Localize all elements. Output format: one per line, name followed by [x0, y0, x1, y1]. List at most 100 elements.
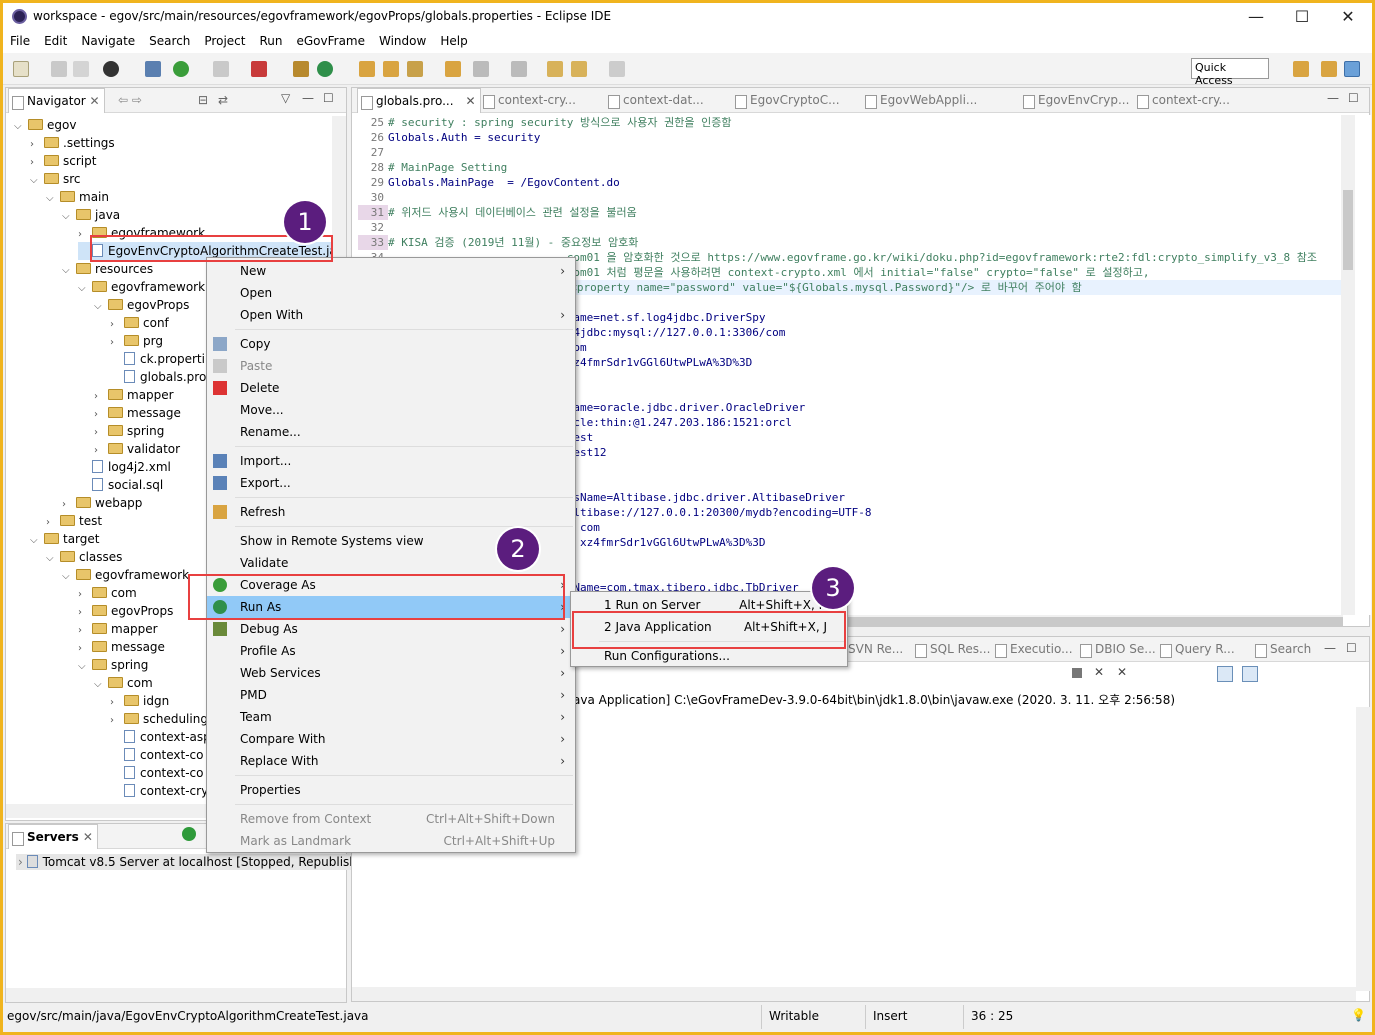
tree-item[interactable]: › message [78, 638, 165, 656]
context-menu-item[interactable]: Remove from Context Ctrl+Alt+Shift+Down [207, 808, 575, 830]
editor-tab[interactable]: context-dat... [605, 88, 708, 113]
minimize-view-icon[interactable]: — [302, 91, 314, 105]
server-row[interactable]: › Tomcat v8.5 Server at localhost [Stopp… [16, 854, 364, 870]
editor-tab[interactable]: context-cry... [1134, 88, 1234, 113]
chevron-down-icon[interactable]: ⌵ [78, 280, 92, 298]
tree-item[interactable]: globals.pro [110, 368, 206, 386]
tab-navigator[interactable]: Navigator ✕ [8, 88, 105, 113]
chevron-down-icon[interactable]: ⌵ [94, 298, 108, 316]
pin-console-icon[interactable] [1217, 666, 1233, 682]
context-menu-item[interactable]: Properties [207, 779, 575, 801]
context-menu-item[interactable]: Web Services › [207, 662, 575, 684]
console-tab[interactable]: SQL Res... [912, 637, 994, 662]
tab-servers[interactable]: Servers ✕ [8, 824, 98, 849]
terminal-icon[interactable] [145, 61, 161, 77]
tree-item[interactable]: › test [46, 512, 102, 530]
tree-item[interactable]: social.sql [78, 476, 163, 494]
context-menu-item[interactable]: Mark as Landmark Ctrl+Alt+Shift+Up [207, 830, 575, 852]
menu-navigate[interactable]: Navigate [74, 31, 142, 48]
chevron-down-icon[interactable]: ⌵ [94, 676, 108, 694]
prev-annotation-icon[interactable] [511, 61, 527, 77]
context-menu-item[interactable]: Refresh [207, 501, 575, 523]
chevron-down-icon[interactable]: ⌵ [30, 172, 44, 190]
tree-item[interactable]: ⌵ egov [14, 116, 76, 134]
display-console-icon[interactable] [1242, 666, 1258, 682]
tree-item[interactable]: context-cry [110, 782, 208, 800]
open-resource-icon[interactable] [383, 61, 399, 77]
chevron-down-icon[interactable]: ⌵ [14, 118, 28, 136]
user-icon[interactable] [103, 61, 119, 77]
context-menu-item[interactable]: Open With › [207, 304, 575, 326]
next-annotation-icon[interactable] [473, 61, 489, 77]
tree-item[interactable]: › scheduling [110, 710, 208, 728]
new-icon[interactable] [13, 61, 29, 77]
maximize-console-icon[interactable]: ☐ [1346, 641, 1357, 655]
tree-item[interactable]: context-asp [110, 728, 211, 746]
maximize-editor-icon[interactable]: ☐ [1348, 91, 1359, 105]
menu-file[interactable]: File [3, 31, 37, 48]
stop-icon[interactable] [213, 61, 229, 77]
tree-item[interactable]: ⌵ com [94, 674, 153, 692]
menu-project[interactable]: Project [197, 31, 252, 48]
run-icon[interactable] [317, 61, 333, 77]
quick-access-input[interactable]: Quick Access [1191, 58, 1269, 87]
chevron-down-icon[interactable]: ⌵ [78, 658, 92, 676]
java-perspective-icon[interactable] [1321, 61, 1337, 77]
maximize-button[interactable]: ☐ [1279, 5, 1325, 29]
tree-item[interactable]: › .settings [30, 134, 115, 152]
tree-item[interactable]: › mapper [78, 620, 158, 638]
close-button[interactable]: ✕ [1325, 5, 1371, 29]
minimize-console-icon[interactable]: — [1324, 641, 1336, 655]
context-menu-item[interactable]: New › [207, 260, 575, 282]
debug-icon[interactable] [173, 61, 189, 77]
package-icon[interactable] [293, 61, 309, 77]
servers-hscroll[interactable] [6, 988, 346, 1002]
tree-item[interactable]: context-co [110, 746, 204, 764]
tree-item[interactable]: ⌵ egovProps [94, 296, 189, 314]
tree-item[interactable]: › spring [94, 422, 164, 440]
editor-tab[interactable]: context-cry... [480, 88, 580, 113]
context-menu-item[interactable]: Compare With › [207, 728, 575, 750]
menu-edit[interactable]: Edit [37, 31, 74, 48]
tree-item[interactable]: › script [30, 152, 96, 170]
console-tab[interactable]: Executio... [992, 637, 1077, 662]
maximize-view-icon[interactable]: ☐ [323, 91, 334, 105]
forward-icon[interactable] [609, 61, 625, 77]
chevron-down-icon[interactable]: ⌵ [62, 208, 76, 226]
tree-item[interactable]: ⌵ classes [46, 548, 122, 566]
tree-item[interactable]: › com [78, 584, 137, 602]
tree-item[interactable]: ⌵ egovframework [78, 278, 205, 296]
menu-egovframe[interactable]: eGovFrame [289, 31, 372, 48]
context-menu-item[interactable]: Replace With › [207, 750, 575, 772]
view-menu-icon[interactable]: ▽ [281, 91, 290, 105]
menu-search[interactable]: Search [142, 31, 197, 48]
tip-lightbulb-icon[interactable]: 💡 [1351, 1008, 1366, 1022]
tree-item[interactable]: › webapp [62, 494, 142, 512]
tree-item[interactable]: context-co [110, 764, 204, 782]
tree-item[interactable]: ⌵ spring [78, 656, 148, 674]
chevron-down-icon[interactable]: ⌵ [30, 532, 44, 550]
editor-tab[interactable]: EgovCryptoC... [732, 88, 844, 113]
tree-item[interactable]: ⌵ main [46, 188, 109, 206]
context-menu-item[interactable]: Rename... [207, 421, 575, 443]
context-menu-item[interactable]: Open [207, 282, 575, 304]
tree-item[interactable]: ⌵ java [62, 206, 120, 224]
tree-item[interactable]: › message [94, 404, 181, 422]
context-menu-item[interactable]: Export... [207, 472, 575, 494]
tree-item[interactable]: ⌵ target [30, 530, 100, 548]
console-tab[interactable]: Search [1252, 637, 1315, 662]
minimize-button[interactable]: — [1233, 5, 1279, 29]
run-external-icon[interactable] [251, 61, 267, 77]
remove-launch-icon[interactable]: ✕ [1094, 665, 1104, 679]
context-menu-item[interactable]: PMD › [207, 684, 575, 706]
tree-item[interactable]: › mapper [94, 386, 174, 404]
tree-item[interactable]: › validator [94, 440, 180, 458]
save-icon[interactable] [51, 61, 67, 77]
tree-item[interactable]: ⌵ resources [62, 260, 153, 278]
editor-vscroll[interactable] [1341, 115, 1355, 615]
tree-item[interactable]: ⌵ src [30, 170, 81, 188]
open-perspective-icon[interactable] [1293, 61, 1309, 77]
console-tab[interactable]: DBIO Se... [1077, 637, 1160, 662]
menu-window[interactable]: Window [372, 31, 433, 48]
terminate-icon[interactable] [1072, 668, 1082, 678]
